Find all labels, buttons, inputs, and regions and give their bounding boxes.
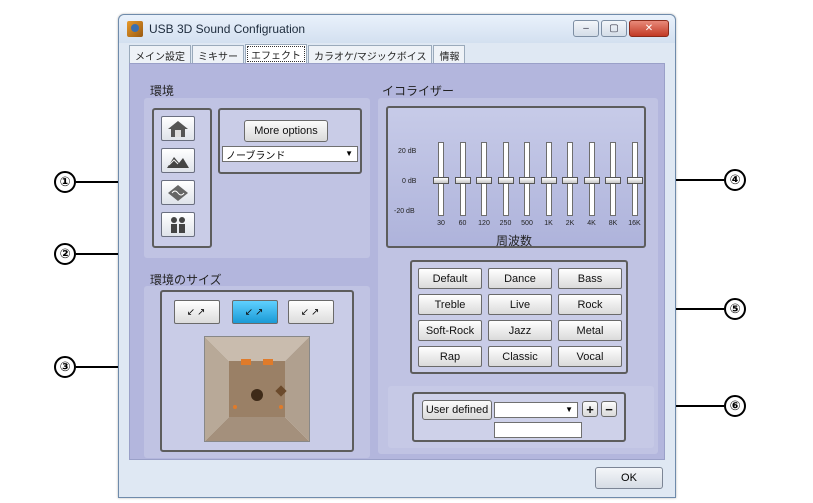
minimize-button[interactable]: –	[573, 20, 599, 37]
eq-slider-handle[interactable]	[626, 176, 643, 184]
tab-info[interactable]: 情報	[433, 45, 466, 63]
eq-slider-4K[interactable]	[583, 142, 600, 216]
eq-slider-handle[interactable]	[540, 176, 557, 184]
eq-slider-handle[interactable]	[519, 176, 535, 184]
tab-bar: メイン設定 ミキサー エフェクト カラオケ/マジックボイス 情報	[129, 44, 466, 64]
eq-slider-handle[interactable]	[497, 176, 514, 184]
size-medium-button[interactable]: ↙↗	[232, 300, 278, 324]
db-label-bottom: -20 dB	[394, 208, 415, 215]
eq-frequency-label: 250	[499, 220, 512, 227]
preset-dance-button[interactable]: Dance	[488, 268, 552, 289]
tab-karaoke[interactable]: カラオケ/マジックボイス	[308, 45, 433, 63]
environment-select-value: ノーブランド	[226, 150, 286, 162]
tab-effect[interactable]: エフェクト	[245, 44, 307, 64]
eq-slider-handle[interactable]	[605, 176, 621, 184]
environment-buttons-group	[152, 108, 212, 248]
user-defined-button[interactable]: User defined	[422, 400, 492, 420]
ok-button[interactable]: OK	[595, 467, 663, 489]
preset-name-input[interactable]	[494, 422, 582, 438]
chevron-down-icon: ▼	[345, 149, 353, 158]
environment-options-group: More options ノーブランド ▼	[218, 108, 362, 174]
preset-rap-button[interactable]: Rap	[418, 346, 482, 367]
preset-classic-button[interactable]: Classic	[488, 346, 552, 367]
eq-frequency-label: 60	[458, 220, 467, 227]
eq-slider-1K[interactable]	[540, 142, 557, 216]
env-preset-1-button[interactable]	[161, 116, 195, 141]
window-title: USB 3D Sound Configruation	[149, 22, 306, 36]
callout-6: ⑥	[724, 395, 746, 417]
preset-metal-button[interactable]: Metal	[558, 320, 622, 341]
eq-slider-120[interactable]	[476, 142, 492, 216]
user-defined-group: User defined ▼ + −	[412, 392, 626, 442]
env-preset-4-button[interactable]	[161, 212, 195, 237]
eq-slider-8K[interactable]	[605, 142, 621, 216]
eq-slider-500[interactable]	[519, 142, 535, 216]
env-preset-3-button[interactable]	[161, 180, 195, 205]
db-label-top: 20 dB	[398, 148, 417, 155]
presets-group: Default Dance Bass Treble Live Rock Soft…	[410, 260, 628, 374]
eq-slider-2K[interactable]	[562, 142, 578, 216]
user-defined-select[interactable]: ▼	[494, 402, 578, 418]
callout-5: ⑤	[724, 298, 746, 320]
eq-frequency-label: 2K	[565, 220, 575, 227]
eq-slider-16K[interactable]	[626, 142, 643, 216]
preset-bass-button[interactable]: Bass	[558, 268, 622, 289]
preset-rock-button[interactable]: Rock	[558, 294, 622, 315]
db-label-mid: 0 dB	[402, 178, 417, 185]
effect-panel: 環境 More options ノーブランド ▼ 環境のサイズ ↙↗ ↙↗ ↙↗…	[129, 63, 665, 460]
size-small-button[interactable]: ↙↗	[174, 300, 220, 324]
eq-slider-handle[interactable]	[433, 176, 449, 184]
chevron-down-icon: ▼	[565, 405, 573, 414]
building-icon	[168, 120, 188, 137]
eq-frequency-label: 500	[521, 220, 533, 227]
eq-slider-handle[interactable]	[583, 176, 600, 184]
callout-2: ②	[54, 243, 76, 265]
eq-frequency-label: 8K	[608, 220, 618, 227]
preset-vocal-button[interactable]: Vocal	[558, 346, 622, 367]
room-preview-image	[205, 337, 309, 441]
callout-1: ①	[54, 171, 76, 193]
eq-frequency-label: 30	[437, 220, 445, 227]
callout-4: ④	[724, 169, 746, 191]
tab-main-settings[interactable]: メイン設定	[129, 45, 191, 63]
title-bar: USB 3D Sound Configruation – ▢ ✕	[119, 15, 675, 43]
room-preview	[204, 336, 310, 442]
people-icon	[171, 216, 185, 233]
equalizer-label: イコライザー	[382, 84, 455, 98]
preset-live-button[interactable]: Live	[488, 294, 552, 315]
tab-mixer[interactable]: ミキサー	[192, 45, 244, 63]
mountain-icon	[167, 156, 189, 168]
eq-slider-30[interactable]	[433, 142, 449, 216]
maximize-button[interactable]: ▢	[601, 20, 627, 37]
preset-jazz-button[interactable]: Jazz	[488, 320, 552, 341]
app-window: USB 3D Sound Configruation – ▢ ✕ メイン設定 ミ…	[118, 14, 676, 498]
env-preset-2-button[interactable]	[161, 148, 195, 173]
preset-soft-rock-button[interactable]: Soft-Rock	[418, 320, 482, 341]
app-icon	[127, 21, 143, 37]
more-options-button[interactable]: More options	[244, 120, 328, 142]
preset-treble-button[interactable]: Treble	[418, 294, 482, 315]
preset-default-button[interactable]: Default	[418, 268, 482, 289]
eq-slider-handle[interactable]	[476, 176, 492, 184]
remove-preset-button[interactable]: −	[601, 401, 617, 417]
frequency-label: 周波数	[496, 234, 533, 248]
eq-frequency-label: 120	[478, 220, 490, 227]
callout-3: ③	[54, 356, 76, 378]
eq-frequency-label: 16K	[628, 220, 641, 227]
eq-slider-250[interactable]	[497, 142, 514, 216]
environment-label: 環境	[150, 84, 175, 98]
eq-slider-60[interactable]	[454, 142, 471, 216]
eq-frequency-label: 1K	[544, 220, 553, 227]
size-large-button[interactable]: ↙↗	[288, 300, 334, 324]
environment-size-group: ↙↗ ↙↗ ↙↗	[160, 290, 354, 452]
texture-icon	[168, 184, 188, 201]
eq-slider-handle[interactable]	[454, 176, 471, 184]
eq-slider-handle[interactable]	[562, 176, 578, 184]
add-preset-button[interactable]: +	[582, 401, 598, 417]
close-button[interactable]: ✕	[629, 20, 669, 37]
eq-frequency-label: 4K	[587, 220, 596, 227]
environment-select[interactable]: ノーブランド ▼	[222, 146, 358, 162]
equalizer-group: 20 dB 0 dB -20 dB 30 60 120 250 500 1K 2K 4K 8K 1…	[386, 106, 646, 248]
